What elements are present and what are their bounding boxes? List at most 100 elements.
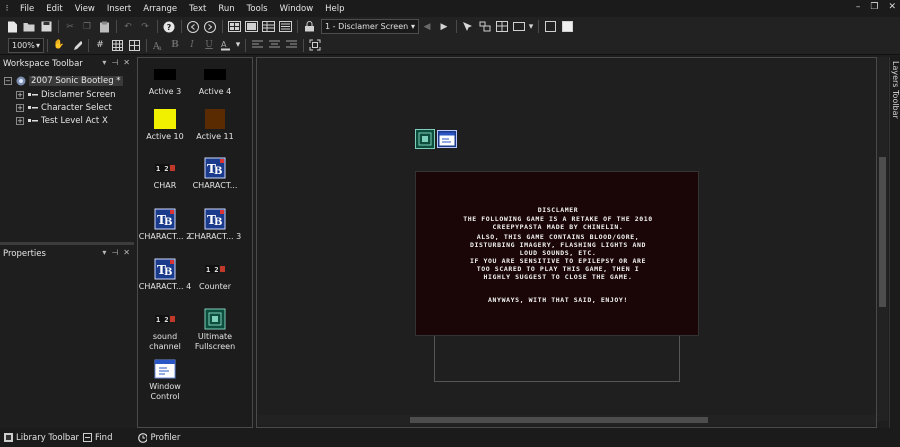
library-item-counter[interactable]: 1 2 Counter	[188, 259, 242, 292]
border-square-icon[interactable]	[559, 19, 575, 35]
tree-item-frame-3[interactable]: + Test Level Act X	[16, 114, 108, 127]
library-item-charact-2[interactable]: TB CHARACT... 2	[138, 208, 192, 242]
library-item-charact-3[interactable]: TB CHARACT... 3	[188, 208, 242, 242]
font-icon[interactable]: Aa	[150, 37, 166, 53]
library-item-active-3[interactable]: Active 3	[138, 64, 192, 97]
horizontal-scrollbar[interactable]	[258, 415, 876, 425]
grid-settings-icon[interactable]	[126, 37, 142, 53]
snap-grid-icon[interactable]: #	[92, 37, 108, 53]
ultimate-fullscreen-object[interactable]	[415, 129, 435, 149]
bold-button[interactable]: B	[167, 37, 183, 53]
menu-text[interactable]: Text	[183, 4, 212, 14]
library-toolbar-tab[interactable]: Library Toolbar	[4, 433, 79, 443]
text-color-chevron-icon[interactable]: ▾	[235, 37, 241, 53]
previous-frame-icon[interactable]: ◀	[419, 19, 435, 35]
menu-file[interactable]: File	[14, 4, 40, 14]
storyboard-editor-icon[interactable]	[226, 19, 242, 35]
align-center-icon[interactable]	[266, 37, 282, 53]
expand-icon[interactable]: +	[16, 90, 24, 99]
library-item-window-control[interactable]: Window Control	[138, 359, 192, 402]
menu-edit[interactable]: Edit	[40, 4, 68, 14]
save-icon[interactable]	[38, 19, 54, 35]
menu-run[interactable]: Run	[212, 4, 240, 14]
library-item-active-10[interactable]: Active 10	[138, 109, 192, 142]
pin-icon[interactable]: ⊣	[111, 58, 118, 67]
disclaimer-screen-object[interactable]: DISCLAMER THE FOLLOWING GAME IS A RETAKE…	[415, 171, 699, 336]
new-file-icon[interactable]	[4, 19, 20, 35]
underline-button[interactable]: U	[201, 37, 217, 53]
align-left-icon[interactable]	[249, 37, 265, 53]
tool-dropdown-chevron-icon[interactable]: ▾	[528, 19, 534, 35]
vertical-scrollbar-thumb[interactable]	[879, 157, 886, 307]
menu-tools[interactable]: Tools	[241, 4, 274, 14]
panel-menu-icon[interactable]: ▾	[102, 58, 106, 67]
frame-select-value: 1 - Disclamer Screen	[325, 22, 409, 31]
text-color-icon[interactable]: A	[218, 37, 234, 53]
library-item-ultimate-fullscreen[interactable]: Ultimate Fullscreen	[188, 308, 242, 352]
frame-select-dropdown[interactable]: 1 - Disclamer Screen ▾	[321, 19, 419, 34]
vertical-scrollbar[interactable]	[877, 57, 888, 421]
panel-menu-icon[interactable]: ▾	[102, 248, 106, 257]
paste-icon[interactable]	[96, 19, 112, 35]
hand-tool-icon[interactable]: ✋	[51, 37, 67, 53]
library-item-sound-channel[interactable]: 1 2 sound channel	[138, 309, 192, 352]
cut-icon[interactable]: ✂	[62, 19, 78, 35]
undo-icon[interactable]: ↶	[120, 19, 136, 35]
align-tool-icon[interactable]	[477, 19, 493, 35]
horizontal-scrollbar-thumb[interactable]	[410, 417, 708, 423]
text-blitter-icon: TB	[204, 208, 226, 230]
window-control-object[interactable]	[437, 130, 457, 148]
next-frame-icon[interactable]: ▶	[436, 19, 452, 35]
layers-toolbar-tab[interactable]: Layers Toolbar	[889, 57, 900, 428]
profiler-tab[interactable]: Profiler	[138, 433, 180, 443]
fullscreen-icon	[418, 132, 432, 146]
select-tool-icon[interactable]	[460, 19, 476, 35]
event-editor-icon[interactable]	[260, 19, 276, 35]
panel-splitter[interactable]	[0, 242, 134, 245]
lock-icon[interactable]	[301, 19, 317, 35]
collapse-icon[interactable]: −	[4, 76, 12, 85]
close-icon[interactable]: ✕	[123, 58, 130, 67]
tree-item-frame-2[interactable]: + Character Select	[16, 101, 112, 114]
fill-square-icon[interactable]	[542, 19, 558, 35]
expand-icon[interactable]: +	[16, 116, 24, 125]
library-item-label: Active 11	[196, 132, 234, 141]
close-icon[interactable]: ✕	[123, 248, 130, 257]
minimize-button[interactable]: –	[856, 2, 861, 12]
library-item-active-4[interactable]: Active 4	[188, 64, 242, 97]
library-item-charact-4[interactable]: TB CHARACT... 4	[138, 258, 192, 292]
align-right-icon[interactable]	[283, 37, 299, 53]
pin-icon[interactable]: ⊣	[111, 248, 118, 257]
expand-icon[interactable]: +	[16, 103, 24, 112]
back-arrow-icon[interactable]	[185, 19, 201, 35]
redo-icon[interactable]: ↷	[137, 19, 153, 35]
zoom-dropdown[interactable]: 100% ▾	[8, 37, 44, 53]
library-item-char[interactable]: 1 2 CHAR	[138, 158, 192, 191]
menu-help[interactable]: Help	[319, 4, 350, 14]
forward-arrow-icon[interactable]	[202, 19, 218, 35]
grid-tool-icon[interactable]	[494, 19, 510, 35]
frame-editor-icon[interactable]	[243, 19, 259, 35]
show-grid-icon[interactable]	[109, 37, 125, 53]
find-tab[interactable]: Find	[83, 433, 112, 443]
library-item-active-11[interactable]: Active 11	[188, 109, 242, 142]
menu-view[interactable]: View	[69, 4, 101, 14]
open-folder-icon[interactable]	[21, 19, 37, 35]
menu-insert[interactable]: Insert	[101, 4, 137, 14]
rectangle-tool-icon[interactable]	[511, 19, 527, 35]
svg-text:1 2: 1 2	[156, 165, 169, 173]
italic-button[interactable]: I	[184, 37, 200, 53]
help-icon[interactable]: ?	[161, 19, 177, 35]
close-window-button[interactable]: ✕	[888, 2, 896, 12]
library-item-charact[interactable]: TB CHARACT...	[188, 157, 242, 191]
brush-tool-icon[interactable]	[68, 37, 84, 53]
menu-arrange[interactable]: Arrange	[137, 4, 183, 14]
tree-root-application[interactable]: − 2007 Sonic Bootleg *	[4, 74, 123, 87]
restore-button[interactable]: ❐	[870, 2, 878, 12]
copy-icon[interactable]: ❐	[79, 19, 95, 35]
fit-to-window-icon[interactable]	[307, 37, 323, 53]
layers-toolbar-label: Layers Toolbar	[891, 61, 900, 119]
event-list-editor-icon[interactable]	[277, 19, 293, 35]
tree-item-frame-1[interactable]: + Disclamer Screen	[16, 88, 116, 101]
menu-window[interactable]: Window	[274, 4, 320, 14]
